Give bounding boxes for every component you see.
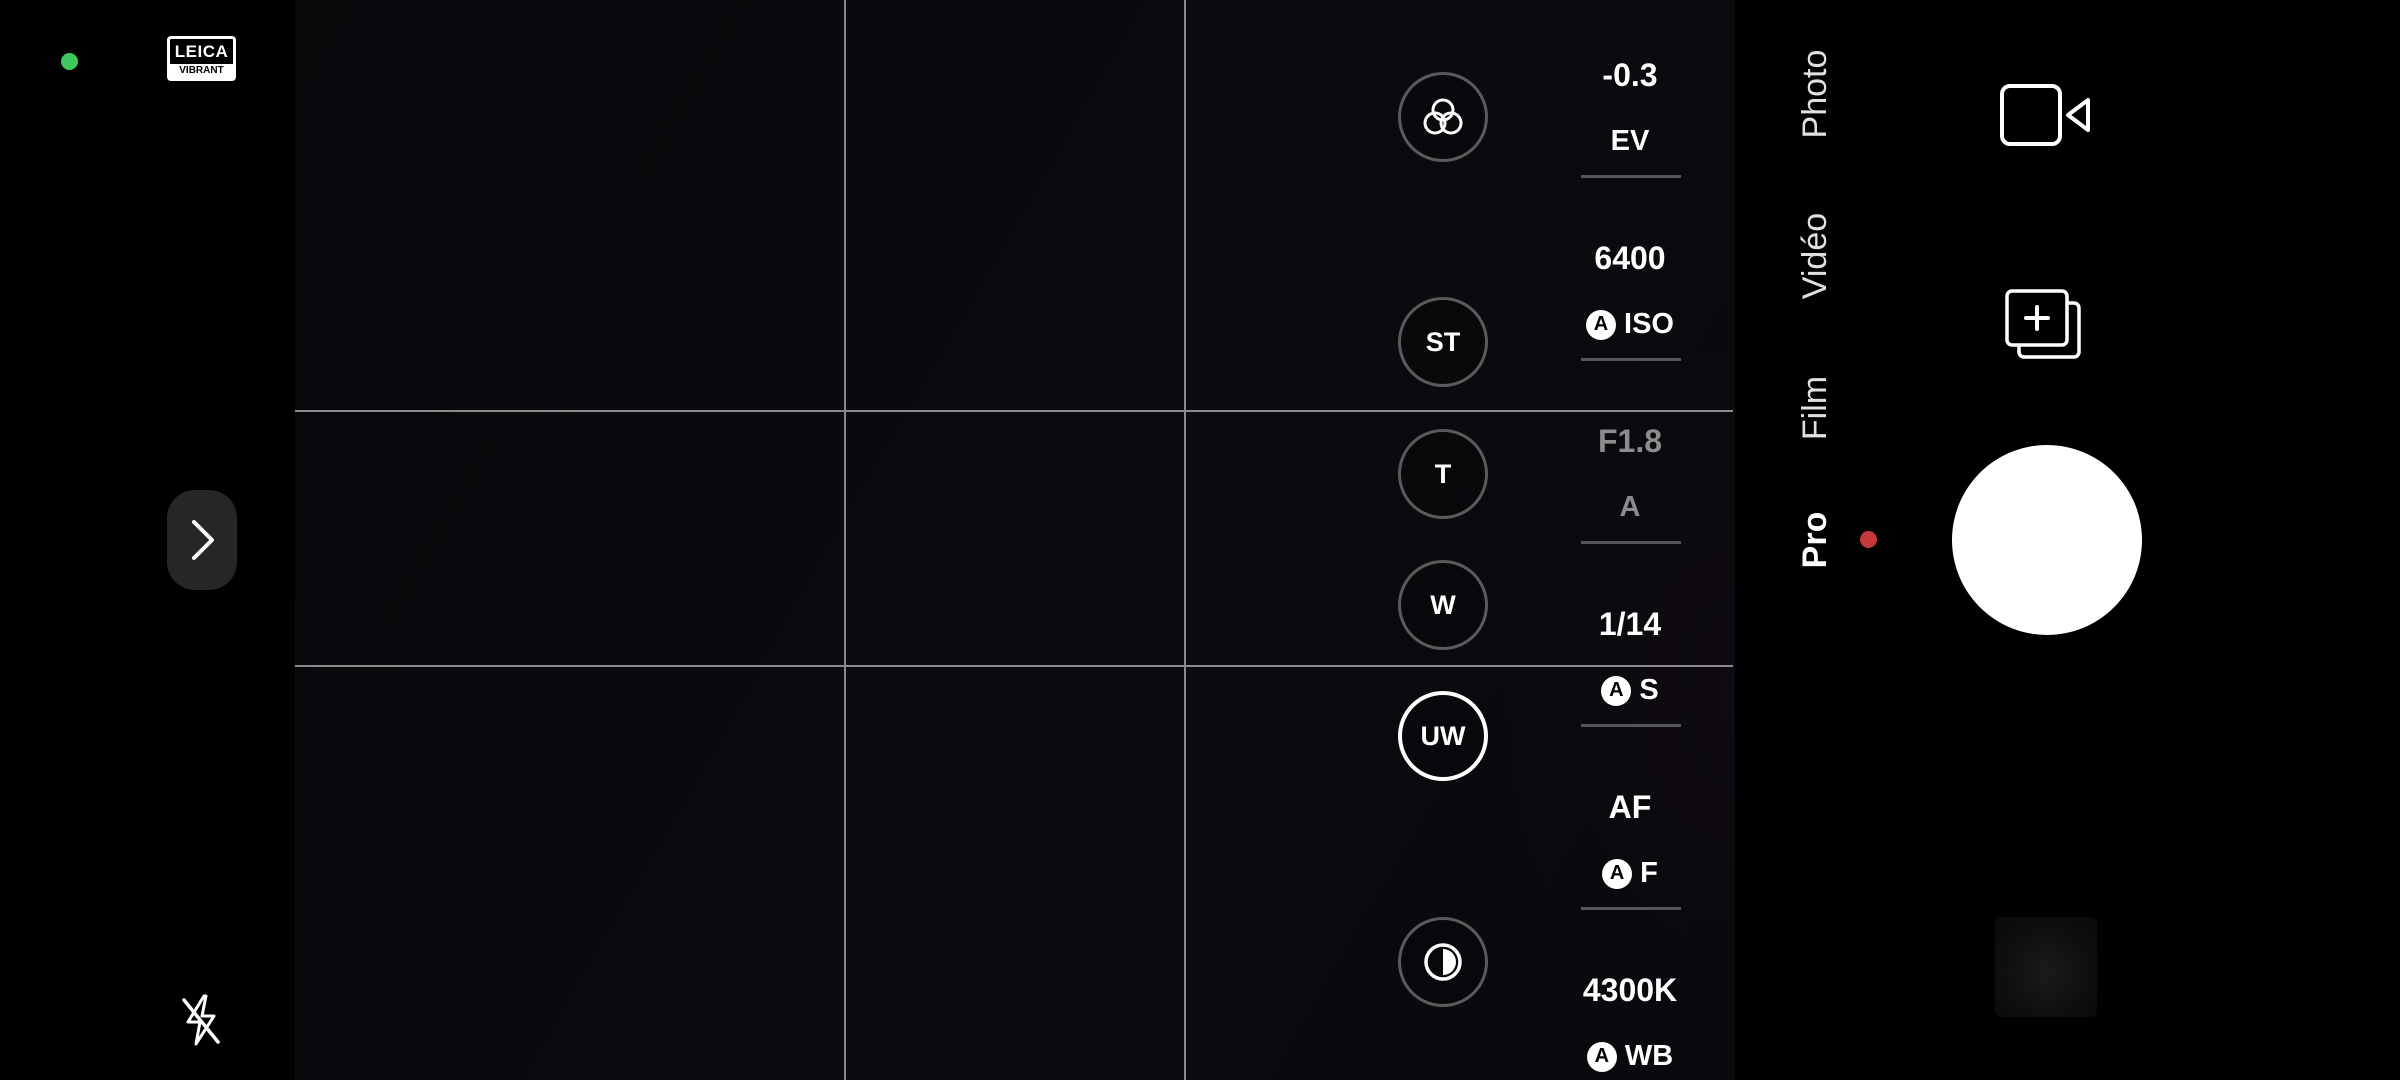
auto-badge: A <box>1601 675 1632 706</box>
aperture-label: A <box>1619 491 1641 523</box>
divider <box>1581 724 1681 727</box>
shutter-speed-value: 1/14 <box>1598 606 1662 642</box>
grid-line-horizontal <box>295 665 1733 667</box>
white-balance-label: WB <box>1624 1040 1674 1072</box>
shutter-button[interactable] <box>1952 445 2142 635</box>
color-filters-button[interactable] <box>1398 72 1488 162</box>
ev-value: -0.3 <box>1602 57 1658 93</box>
mode-pro[interactable]: Pro <box>1796 500 1836 580</box>
viewfinder-preview <box>295 0 1735 1080</box>
auto-badge: A <box>1586 309 1617 340</box>
lens-w-button[interactable]: W <box>1398 560 1488 650</box>
iso-label: ISO <box>1624 308 1674 340</box>
video-camera-icon <box>2000 84 2090 146</box>
brand-name: LEICA <box>174 42 229 61</box>
expand-panel-button[interactable] <box>167 490 237 590</box>
auto-badge: A <box>1586 1041 1617 1072</box>
lens-w-label: W <box>1430 589 1456 620</box>
leica-style-badge[interactable]: LEICA VIBRANT <box>167 36 236 81</box>
divider <box>1581 907 1681 910</box>
ev-control[interactable]: -0.3 EV <box>1580 17 1680 197</box>
divider <box>1581 541 1681 544</box>
status-indicator <box>61 53 78 70</box>
divider <box>1581 358 1681 361</box>
white-balance-control[interactable]: 4300K A WB <box>1580 932 1680 1080</box>
color-filters-icon <box>1423 98 1463 135</box>
mode-video[interactable]: Vidéo <box>1796 196 1836 316</box>
iso-value: 6400 <box>1594 240 1666 276</box>
flash-off-icon <box>182 994 220 1046</box>
focus-value: AF <box>1608 789 1652 825</box>
add-overlay-icon <box>2005 289 2081 359</box>
shutter-speed-label: S <box>1639 674 1659 706</box>
left-toolbar: LEICA VIBRANT <box>0 0 514 1080</box>
add-overlay-button[interactable] <box>2002 285 2086 365</box>
camera-viewfinder[interactable] <box>295 0 1735 1080</box>
ev-label: EV <box>1610 125 1650 157</box>
iso-control[interactable]: 6400 A ISO <box>1580 200 1680 380</box>
mode-film[interactable]: Film <box>1796 358 1836 458</box>
lens-t-label: T <box>1434 458 1452 489</box>
grid-line-horizontal <box>295 410 1733 412</box>
focus-control[interactable]: AF A F <box>1580 749 1680 929</box>
aperture-value: F1.8 <box>1597 423 1663 459</box>
focus-label: F <box>1640 857 1658 889</box>
lens-st-label: ST <box>1425 326 1461 357</box>
divider <box>1581 175 1681 178</box>
gallery-thumbnail[interactable] <box>1995 917 2097 1017</box>
flash-button[interactable] <box>169 988 233 1052</box>
lens-st-button[interactable]: ST <box>1398 297 1488 387</box>
white-balance-value: 4300K <box>1582 972 1678 1008</box>
lens-uw-button[interactable]: UW <box>1398 691 1488 781</box>
brand-style: VIBRANT <box>170 64 233 78</box>
grid-line-vertical <box>1184 0 1186 1080</box>
lens-t-button[interactable]: T <box>1398 429 1488 519</box>
shutter-speed-control[interactable]: 1/14 A S <box>1580 566 1680 746</box>
mode-active-dot <box>1860 531 1877 548</box>
contrast-icon <box>1424 943 1462 981</box>
grid-line-vertical <box>844 0 846 1080</box>
contrast-button[interactable] <box>1398 917 1488 1007</box>
mode-photo[interactable]: Photo <box>1796 34 1836 154</box>
video-record-button[interactable] <box>1995 75 2097 155</box>
aperture-control: F1.8 A <box>1580 383 1680 563</box>
auto-badge: A <box>1602 858 1633 889</box>
lens-uw-label: UW <box>1420 720 1466 751</box>
chevron-right-icon <box>192 520 214 560</box>
